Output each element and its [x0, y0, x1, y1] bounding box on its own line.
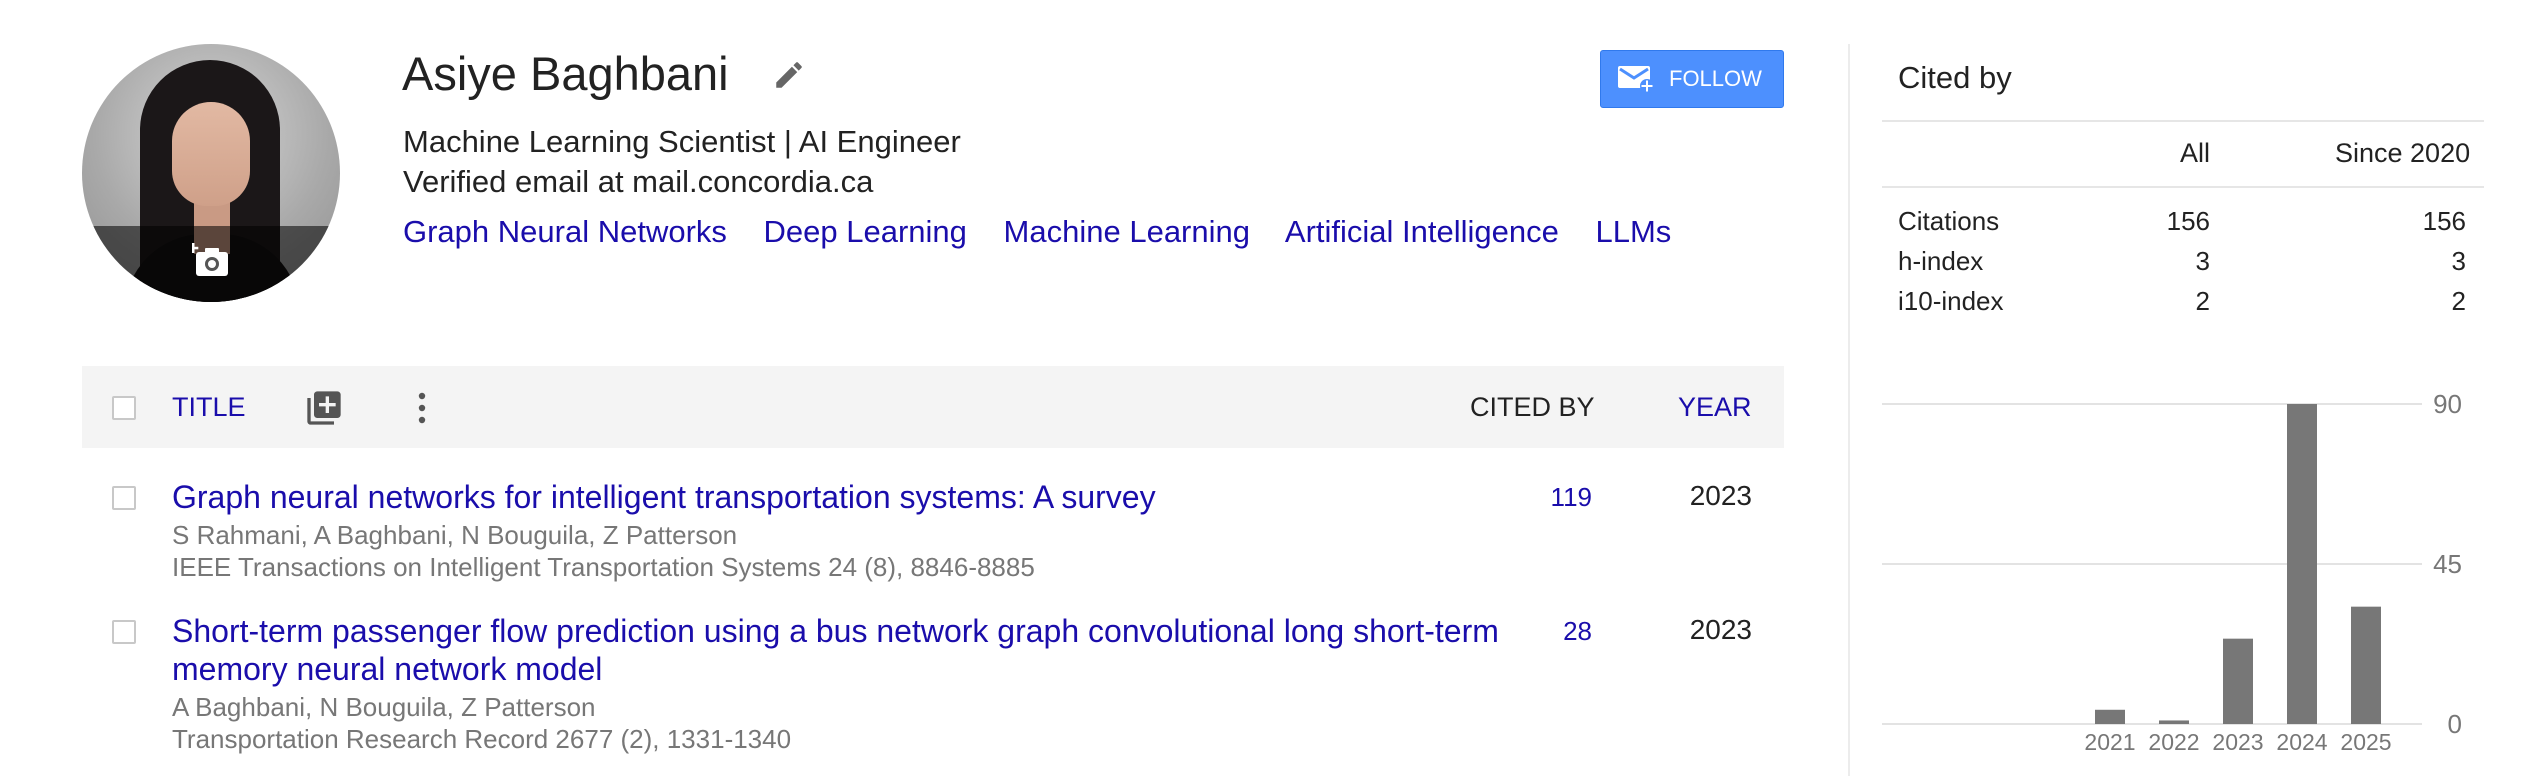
article-year: 2023	[1689, 614, 1752, 645]
profile-avatar[interactable]	[82, 44, 340, 302]
column-divider	[1848, 44, 1850, 776]
interest-link[interactable]: Machine Learning	[1004, 214, 1250, 249]
stats-row-citations: Citations 156 156	[1898, 206, 2466, 246]
interests-list: Graph Neural Networks Deep Learning Mach…	[403, 214, 1699, 250]
x-tick-label: 2023	[2212, 729, 2263, 755]
x-tick-label: 2022	[2148, 729, 2199, 755]
interest-link[interactable]: Graph Neural Networks	[403, 214, 727, 249]
stats-label: i10-index	[1898, 286, 2004, 316]
table-row: Short-term passenger flow prediction usi…	[82, 612, 1784, 762]
articles-table-header: TITLE CITED BY YEAR	[82, 366, 1784, 448]
avatar-face	[172, 102, 250, 206]
chart-bar[interactable]	[2351, 606, 2381, 724]
interest-link[interactable]: Artificial Intelligence	[1285, 214, 1559, 249]
stats-col-since: Since 2020	[2335, 138, 2471, 168]
chart-bar[interactable]	[2287, 404, 2317, 724]
stats-all: 156	[2166, 206, 2210, 236]
row-checkbox[interactable]	[112, 620, 136, 644]
interest-link[interactable]: Deep Learning	[764, 214, 967, 249]
divider	[1882, 186, 2484, 188]
mail-add-icon	[1618, 66, 1654, 93]
stats-since: 156	[2422, 206, 2466, 236]
sort-by-title[interactable]: TITLE	[172, 392, 246, 423]
profile-affiliation: Machine Learning Scientist | AI Engineer	[403, 124, 961, 159]
more-vert-icon[interactable]	[412, 388, 432, 428]
divider	[1882, 120, 2484, 122]
y-tick-label: 0	[2448, 709, 2462, 739]
profile-name: Asiye Baghbani	[402, 47, 729, 100]
stats-since: 3	[2451, 246, 2466, 276]
cited-by-count-link[interactable]: 28	[1563, 616, 1592, 647]
article-venue: Transportation Research Record 2677 (2),…	[172, 724, 792, 754]
interest-link[interactable]: LLMs	[1596, 214, 1672, 249]
stats-col-all: All	[2180, 138, 2211, 168]
cited-by-title: Cited by	[1898, 60, 2012, 95]
follow-label: FOLLOW	[1669, 66, 1762, 91]
row-checkbox[interactable]	[112, 486, 136, 510]
follow-button[interactable]: FOLLOW	[1600, 50, 1784, 108]
article-venue: IEEE Transactions on Intelligent Transpo…	[172, 552, 1035, 582]
x-tick-label: 2025	[2340, 729, 2391, 755]
table-row: Graph neural networks for intelligent tr…	[82, 478, 1784, 588]
cited-by-column-header: CITED BY	[1470, 392, 1595, 422]
add-photo-icon[interactable]	[192, 242, 232, 278]
cited-by-count-link[interactable]: 119	[1551, 482, 1592, 513]
article-year: 2023	[1689, 480, 1752, 511]
add-to-library-icon[interactable]	[304, 388, 344, 428]
citations-bar-chart: 0 45 90 2021 2022 2023 2024 2025	[1882, 389, 2462, 755]
sort-by-year[interactable]: YEAR	[1678, 392, 1752, 423]
article-title-link[interactable]: Graph neural networks for intelligent tr…	[172, 478, 1532, 516]
pencil-icon[interactable]	[772, 58, 806, 92]
article-authors: S Rahmani, A Baghbani, N Bouguila, Z Pat…	[172, 520, 738, 550]
article-title-link[interactable]: Short-term passenger flow prediction usi…	[172, 612, 1532, 688]
chart-bar[interactable]	[2223, 638, 2253, 724]
stats-row-i10-index: i10-index 2 2	[1898, 286, 2466, 326]
chart-bar[interactable]	[2159, 720, 2189, 724]
y-tick-label: 90	[2433, 389, 2462, 419]
profile-email: Verified email at mail.concordia.ca	[403, 164, 874, 199]
article-authors: A Baghbani, N Bouguila, Z Patterson	[172, 692, 596, 722]
stats-since: 2	[2451, 286, 2466, 316]
stats-all: 3	[2195, 246, 2210, 276]
y-tick-label: 45	[2433, 549, 2462, 579]
x-tick-label: 2024	[2276, 729, 2327, 755]
select-all-checkbox[interactable]	[112, 396, 136, 420]
stats-label: h-index	[1898, 246, 1984, 276]
stats-all: 2	[2195, 286, 2210, 316]
stats-label: Citations	[1898, 206, 2000, 236]
chart-bar[interactable]	[2095, 709, 2125, 724]
stats-row-h-index: h-index 3 3	[1898, 246, 2466, 286]
x-tick-label: 2021	[2084, 729, 2135, 755]
